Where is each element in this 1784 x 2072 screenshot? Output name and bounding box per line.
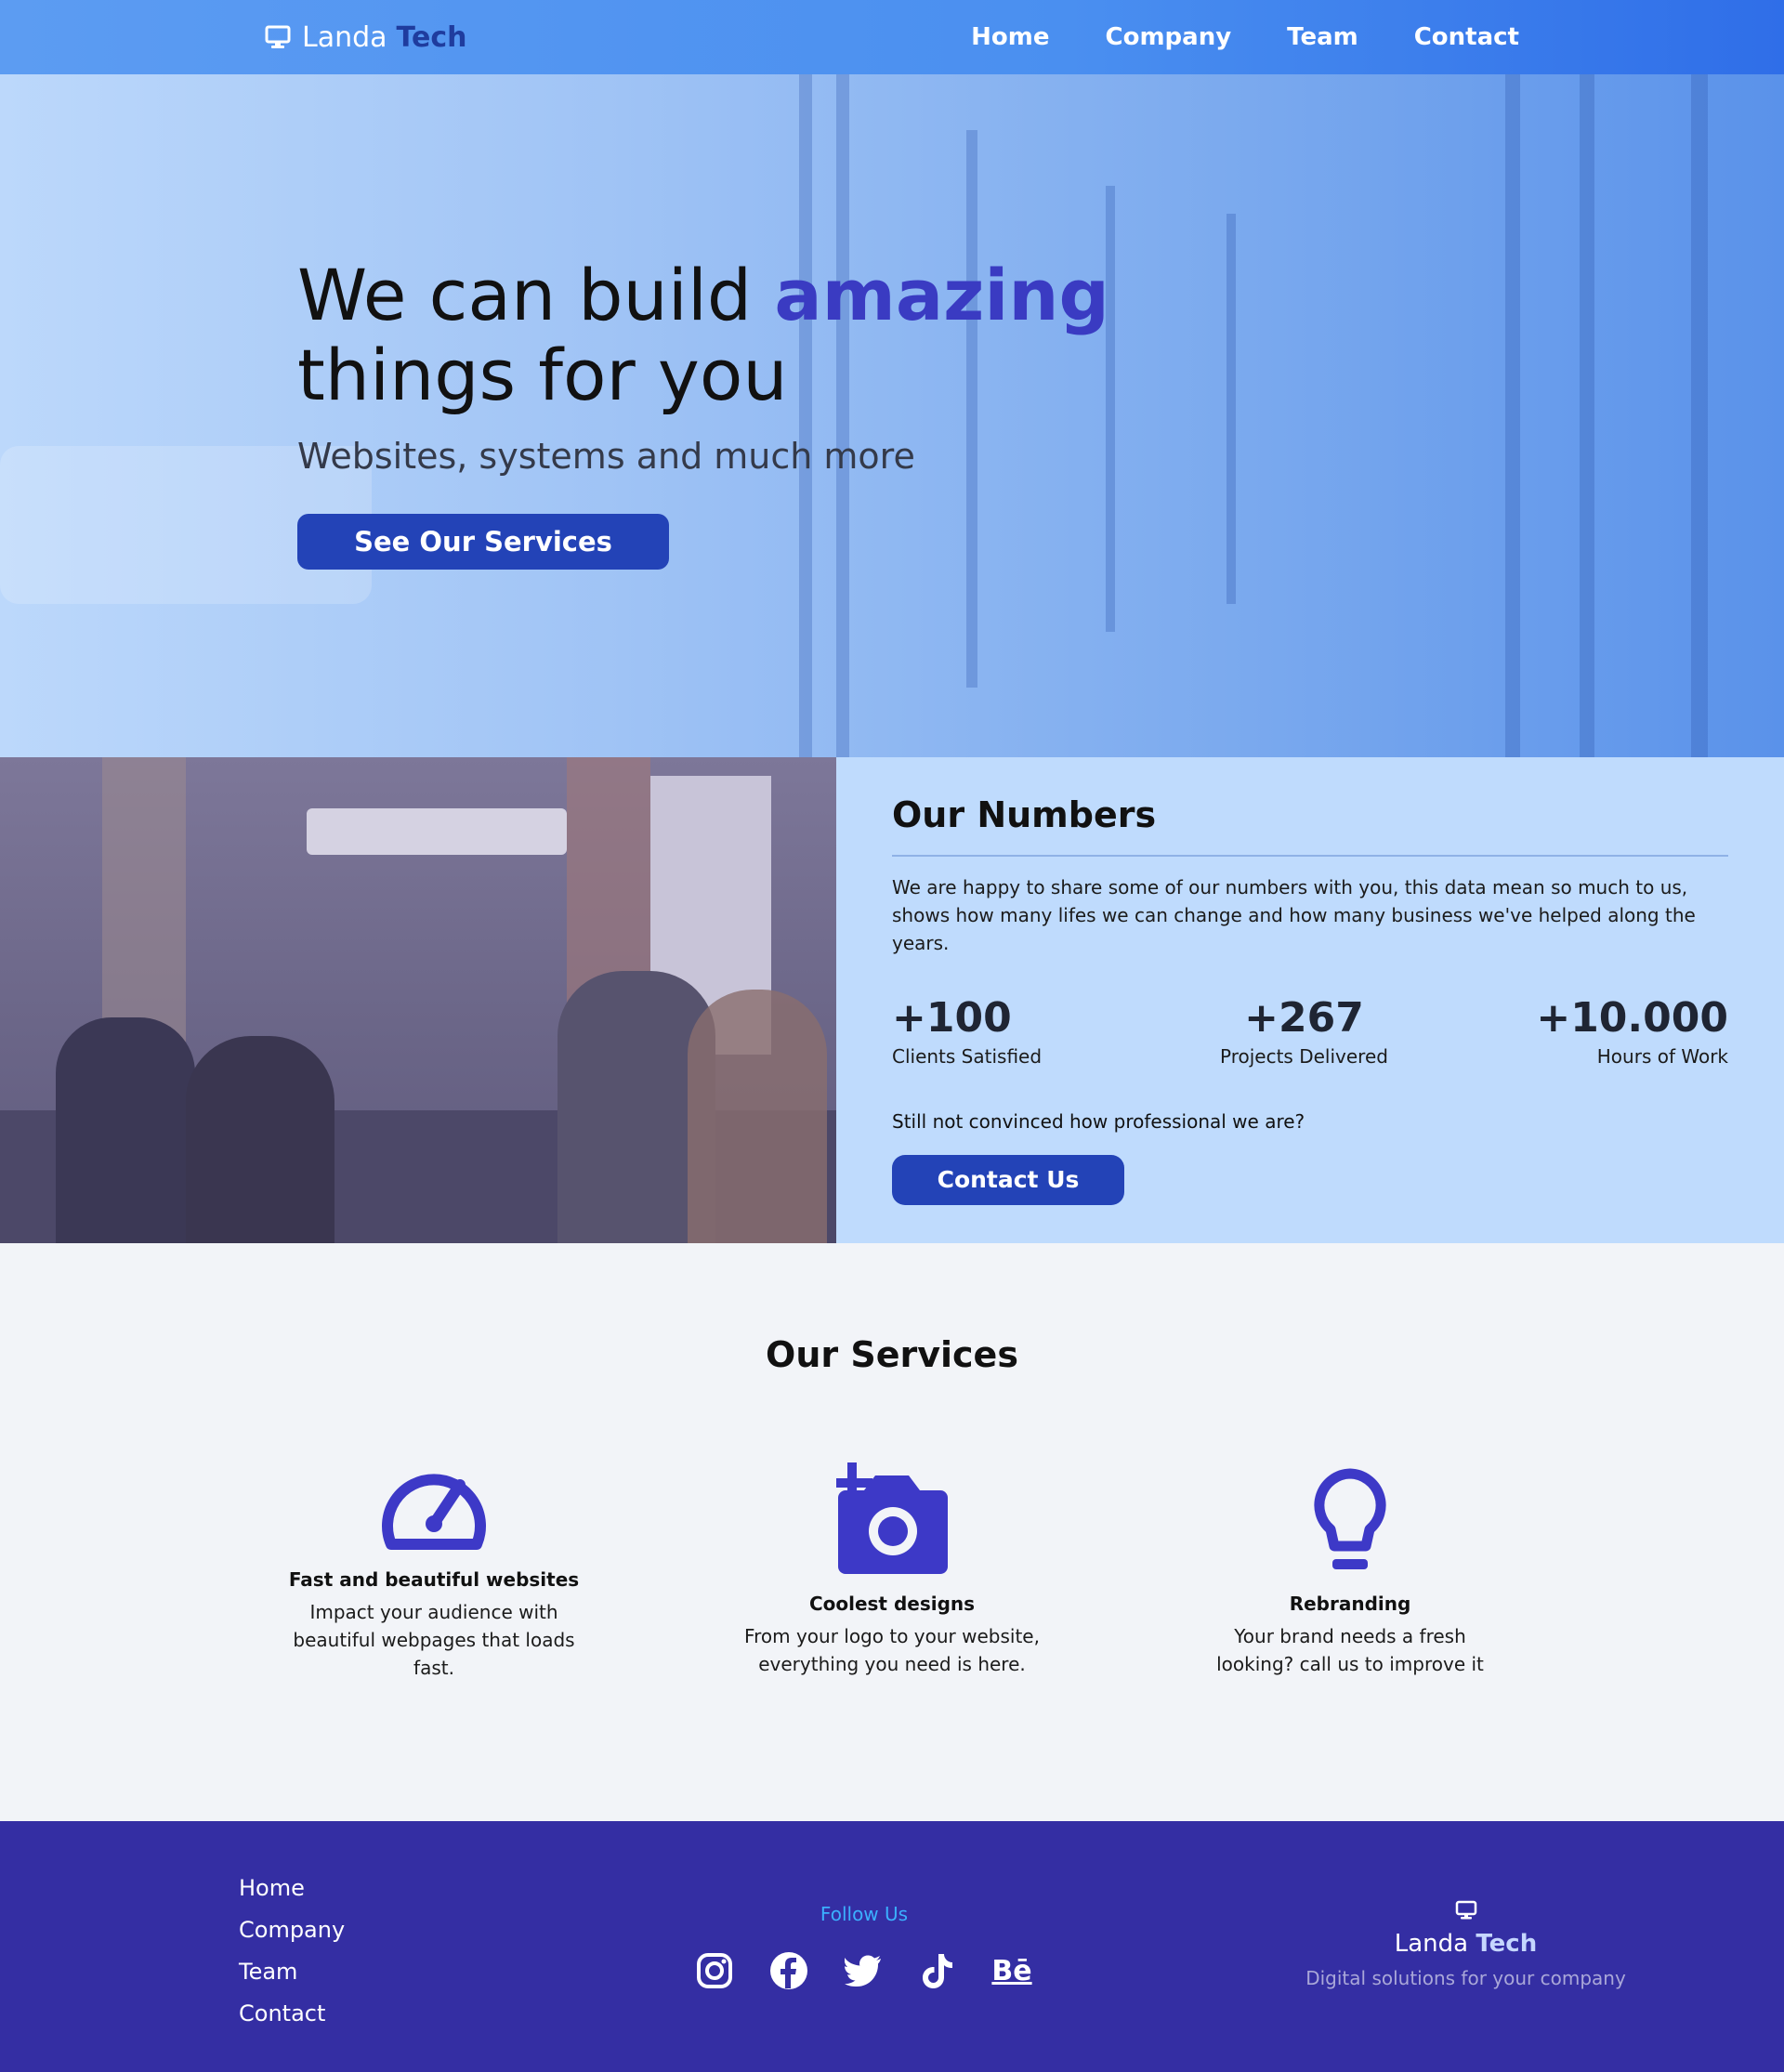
hero-bg-window-frame — [1226, 214, 1236, 604]
hero-bg-window-frame — [1691, 74, 1708, 757]
see-services-button[interactable]: See Our Services — [297, 514, 669, 570]
stat-label: Projects Delivered — [1220, 1045, 1388, 1068]
stat-label: Clients Satisfied — [892, 1045, 1043, 1068]
numbers-panel: Our Numbers We are happy to share some o… — [836, 757, 1784, 1243]
stat-label: Hours of Work — [1596, 1045, 1728, 1068]
footer: Home Company Team Contact Follow Us Bē L… — [0, 1821, 1784, 2072]
nav-contact-link[interactable]: Contact — [1414, 23, 1519, 51]
services-section: Our Services Fast and beautiful websites… — [0, 1243, 1784, 1821]
footer-home-link[interactable]: Home — [239, 1868, 345, 1909]
numbers-divider — [892, 855, 1728, 857]
hero-title-part2: things for you — [297, 334, 788, 416]
hero-subtitle: Websites, systems and much more — [297, 436, 915, 477]
service-card: Fast and beautiful websites Impact your … — [281, 1459, 587, 1682]
numbers-title: Our Numbers — [892, 794, 1157, 835]
service-description: Impact your audience with beautiful webp… — [293, 1601, 575, 1679]
facebook-icon[interactable] — [769, 1951, 808, 1990]
social-links: Bē — [695, 1951, 1032, 1990]
add-camera-icon — [827, 1462, 948, 1574]
stat-clients: +100 Clients Satisfied — [892, 994, 1042, 1068]
twitter-icon[interactable] — [844, 1951, 883, 1990]
numbers-description: We are happy to share some of our number… — [892, 876, 1696, 954]
hero-title: We can build amazing things for you — [297, 256, 1109, 415]
behance-icon[interactable]: Bē — [991, 1951, 1031, 1990]
monitor-icon — [265, 25, 291, 48]
monitor-icon — [1455, 1900, 1476, 1920]
photo-person — [186, 1036, 334, 1243]
speedometer-icon — [382, 1474, 486, 1550]
team-photo — [0, 757, 836, 1243]
stat-value: +267 — [1244, 994, 1364, 1042]
footer-brand-name: Landa Tech — [1301, 1930, 1631, 1958]
nav-company-link[interactable]: Company — [1106, 23, 1232, 51]
contact-us-button[interactable]: Contact Us — [892, 1155, 1124, 1205]
brand-logo[interactable]: Landa Tech — [265, 19, 467, 56]
hero-content: We can build amazing things for you Webs… — [297, 256, 1109, 570]
service-title: Coolest designs — [808, 1593, 976, 1615]
hero-title-part1: We can build — [297, 254, 775, 336]
service-title: Rebranding — [1289, 1593, 1411, 1615]
service-card: Coolest designs From your logo to your w… — [739, 1462, 1045, 1678]
nav-team-link[interactable]: Team — [1287, 23, 1358, 51]
lightbulb-icon — [1314, 1468, 1386, 1569]
services-title: Our Services — [766, 1334, 1018, 1375]
service-description: Your brand needs a fresh looking? call u… — [1216, 1625, 1484, 1675]
nav-home-link[interactable]: Home — [971, 23, 1049, 51]
hero-section: We can build amazing things for you Webs… — [0, 74, 1784, 757]
footer-company-link[interactable]: Company — [239, 1909, 345, 1951]
photo-person — [56, 1017, 195, 1243]
footer-brand: Landa Tech Digital solutions for your co… — [1301, 1900, 1631, 1989]
hero-bg-window-frame — [1580, 74, 1594, 757]
service-card: Rebranding Your brand needs a fresh look… — [1197, 1466, 1503, 1678]
brand-name-light: Landa — [302, 20, 387, 54]
stat-value: +100 — [892, 994, 1012, 1042]
footer-brand-light: Landa — [1394, 1930, 1469, 1958]
service-description: From your logo to your website, everythi… — [744, 1625, 1040, 1675]
nav-links: Home Company Team Contact — [971, 0, 1519, 74]
footer-team-link[interactable]: Team — [239, 1951, 345, 1993]
stat-hours: +10.000 Hours of Work — [1536, 994, 1728, 1068]
numbers-question: Still not convinced how professional we … — [892, 1110, 1305, 1133]
stat-value: +10.000 — [1536, 994, 1728, 1042]
footer-links: Home Company Team Contact — [239, 1868, 345, 2035]
service-title: Fast and beautiful websites — [288, 1568, 580, 1591]
footer-tagline: Digital solutions for your company — [1305, 1967, 1626, 1989]
photo-chandelier — [307, 808, 567, 855]
footer-brand-bold: Tech — [1476, 1930, 1538, 1958]
hero-bg-window-frame — [1505, 74, 1520, 757]
photo-person — [688, 990, 827, 1243]
hero-title-highlight: amazing — [774, 254, 1109, 336]
tiktok-icon[interactable] — [918, 1951, 957, 1990]
top-navbar: Landa Tech Home Company Team Contact — [0, 0, 1784, 74]
follow-us-label: Follow Us — [820, 1903, 909, 1925]
footer-contact-link[interactable]: Contact — [239, 1993, 345, 2035]
brand-name-bold: Tech — [396, 20, 467, 54]
stat-projects: +267 Projects Delivered — [1220, 994, 1388, 1068]
instagram-icon[interactable] — [695, 1951, 734, 1990]
